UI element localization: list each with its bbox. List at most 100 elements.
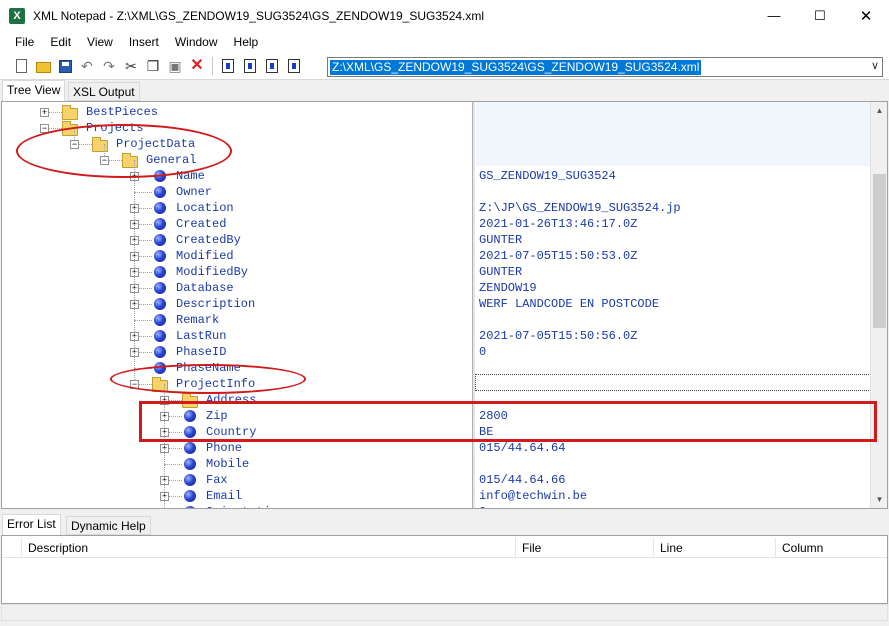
tree-node-remark[interactable]: Remark xyxy=(176,312,219,328)
copy-icon: ❐ xyxy=(146,58,160,74)
new-file-icon xyxy=(15,59,27,73)
scroll-up-icon[interactable]: ▲ xyxy=(871,102,887,119)
node-value-orientation[interactable]: 0 xyxy=(479,504,486,508)
node-value-modifiedby[interactable]: GUNTER xyxy=(479,264,522,280)
new-button[interactable] xyxy=(10,55,32,77)
nudge-left-icon xyxy=(266,59,278,73)
error-list-panel[interactable]: Description File Line Column xyxy=(1,535,888,604)
value-edit-box[interactable] xyxy=(475,374,873,391)
annotation-rect-zip-country xyxy=(139,401,877,442)
element-node-icon xyxy=(184,442,196,454)
tree-node-created[interactable]: Created xyxy=(176,216,226,232)
tab-xsl-output[interactable]: XSL Output xyxy=(68,82,140,101)
toolbar-separator xyxy=(212,57,213,75)
node-value-email[interactable]: info@techwin.be xyxy=(479,488,587,504)
close-button[interactable]: ✕ xyxy=(843,0,889,31)
column-description[interactable]: Description xyxy=(22,538,516,558)
element-node-icon xyxy=(184,474,196,486)
chevron-down-icon[interactable]: ∨ xyxy=(871,59,879,72)
nudge-up-icon xyxy=(222,59,234,73)
window-title: XML Notepad - Z:\XML\GS_ZENDOW19_SUG3524… xyxy=(33,8,485,23)
nudge-right-button[interactable] xyxy=(283,55,305,77)
delete-x-icon: ✕ xyxy=(190,57,204,74)
window-controls: — ☐ ✕ xyxy=(751,0,889,31)
open-folder-icon xyxy=(35,62,51,73)
tree-node-createdby[interactable]: CreatedBy xyxy=(176,232,241,248)
node-value-description[interactable]: WERF LANDCODE EN POSTCODE xyxy=(479,296,659,312)
element-node-icon xyxy=(154,282,166,294)
tab-tree-view[interactable]: Tree View xyxy=(2,80,66,101)
value-pane-header xyxy=(476,102,872,166)
menu-view[interactable]: View xyxy=(79,31,121,53)
vertical-scrollbar[interactable]: ▲ ▼ xyxy=(870,102,887,508)
expand-icon[interactable]: + xyxy=(162,508,167,509)
scroll-down-icon[interactable]: ▼ xyxy=(871,491,887,508)
menu-file[interactable]: File xyxy=(7,31,42,53)
node-value-createdby[interactable]: GUNTER xyxy=(479,232,522,248)
menu-edit[interactable]: Edit xyxy=(42,31,79,53)
tree-node-orientation[interactable]: Orientation xyxy=(206,504,285,508)
node-value-lastrun[interactable]: 2021-07-05T15:50:56.0Z xyxy=(479,328,637,344)
tree-node-bestpieces[interactable]: BestPieces xyxy=(86,104,158,120)
annotation-ellipse-projects xyxy=(16,124,232,178)
tree-view-panel[interactable]: + BestPieces − Projects − ProjectData − General… xyxy=(1,101,888,509)
tree-node-phaseid[interactable]: PhaseID xyxy=(176,344,226,360)
file-path-combobox[interactable]: Z:\XML\GS_ZENDOW19_SUG3524\GS_ZENDOW19_S… xyxy=(327,57,883,77)
pane-splitter[interactable] xyxy=(472,102,475,508)
scrollbar-thumb[interactable] xyxy=(873,174,886,328)
nudge-down-button[interactable] xyxy=(239,55,261,77)
tree-guide-line xyxy=(134,352,135,368)
node-value-name[interactable]: GS_ZENDOW19_SUG3524 xyxy=(479,168,616,184)
nudge-up-button[interactable] xyxy=(217,55,239,77)
column-column[interactable]: Column xyxy=(776,538,887,558)
node-value-location[interactable]: Z:\JP\GS_ZENDOW19_SUG3524.jp xyxy=(479,200,681,216)
element-node-icon xyxy=(154,218,166,230)
tab-error-list[interactable]: Error List xyxy=(2,514,61,535)
node-value-created[interactable]: 2021-01-26T13:46:17.0Z xyxy=(479,216,637,232)
save-button[interactable] xyxy=(54,55,76,77)
title-bar: X XML Notepad - Z:\XML\GS_ZENDOW19_SUG35… xyxy=(0,0,889,31)
redo-button[interactable]: ↷ xyxy=(98,55,120,77)
tree-node-modifiedby[interactable]: ModifiedBy xyxy=(176,264,248,280)
node-value-phaseid[interactable]: 0 xyxy=(479,344,486,360)
save-icon xyxy=(58,59,72,73)
nudge-down-icon xyxy=(244,59,256,73)
element-node-icon xyxy=(154,186,166,198)
tree-node-database[interactable]: Database xyxy=(176,280,234,296)
element-node-icon xyxy=(154,330,166,342)
node-value-modified[interactable]: 2021-07-05T15:50:53.0Z xyxy=(479,248,637,264)
node-value-database[interactable]: ZENDOW19 xyxy=(479,280,537,296)
element-node-icon xyxy=(184,458,196,470)
menu-window[interactable]: Window xyxy=(167,31,226,53)
maximize-button[interactable]: ☐ xyxy=(797,0,843,31)
expand-icon[interactable]: + xyxy=(40,108,49,117)
file-path-text[interactable]: Z:\XML\GS_ZENDOW19_SUG3524\GS_ZENDOW19_S… xyxy=(330,60,702,75)
tree-node-lastrun[interactable]: LastRun xyxy=(176,328,226,344)
undo-button[interactable]: ↶ xyxy=(76,55,98,77)
undo-icon: ↶ xyxy=(81,58,93,74)
menu-help[interactable]: Help xyxy=(226,31,267,53)
menu-insert[interactable]: Insert xyxy=(121,31,167,53)
node-value-phone[interactable]: 015/44.64.64 xyxy=(479,440,565,456)
tree-node-description[interactable]: Description xyxy=(176,296,255,312)
column-file[interactable]: File xyxy=(516,538,654,558)
column-line[interactable]: Line xyxy=(654,538,776,558)
tab-dynamic-help[interactable]: Dynamic Help xyxy=(66,516,151,535)
cut-button[interactable]: ✂ xyxy=(120,55,142,77)
node-value-fax[interactable]: 015/44.64.66 xyxy=(479,472,565,488)
tree-node-mobile[interactable]: Mobile xyxy=(206,456,249,472)
tree-node-email[interactable]: Email xyxy=(206,488,242,504)
tree-node-location[interactable]: Location xyxy=(176,200,234,216)
horizontal-scrollbar[interactable] xyxy=(1,604,888,621)
paste-button[interactable]: ▣ xyxy=(164,55,186,77)
minimize-button[interactable]: — xyxy=(751,0,797,31)
nudge-left-button[interactable] xyxy=(261,55,283,77)
copy-button[interactable]: ❐ xyxy=(142,55,164,77)
tree-node-fax[interactable]: Fax xyxy=(206,472,228,488)
tree-node-owner[interactable]: Owner xyxy=(176,184,212,200)
tree-branch-line xyxy=(134,320,152,321)
open-button[interactable] xyxy=(32,55,54,77)
delete-button[interactable]: ✕ xyxy=(186,55,208,77)
tree-node-phone[interactable]: Phone xyxy=(206,440,242,456)
tree-node-modified[interactable]: Modified xyxy=(176,248,234,264)
